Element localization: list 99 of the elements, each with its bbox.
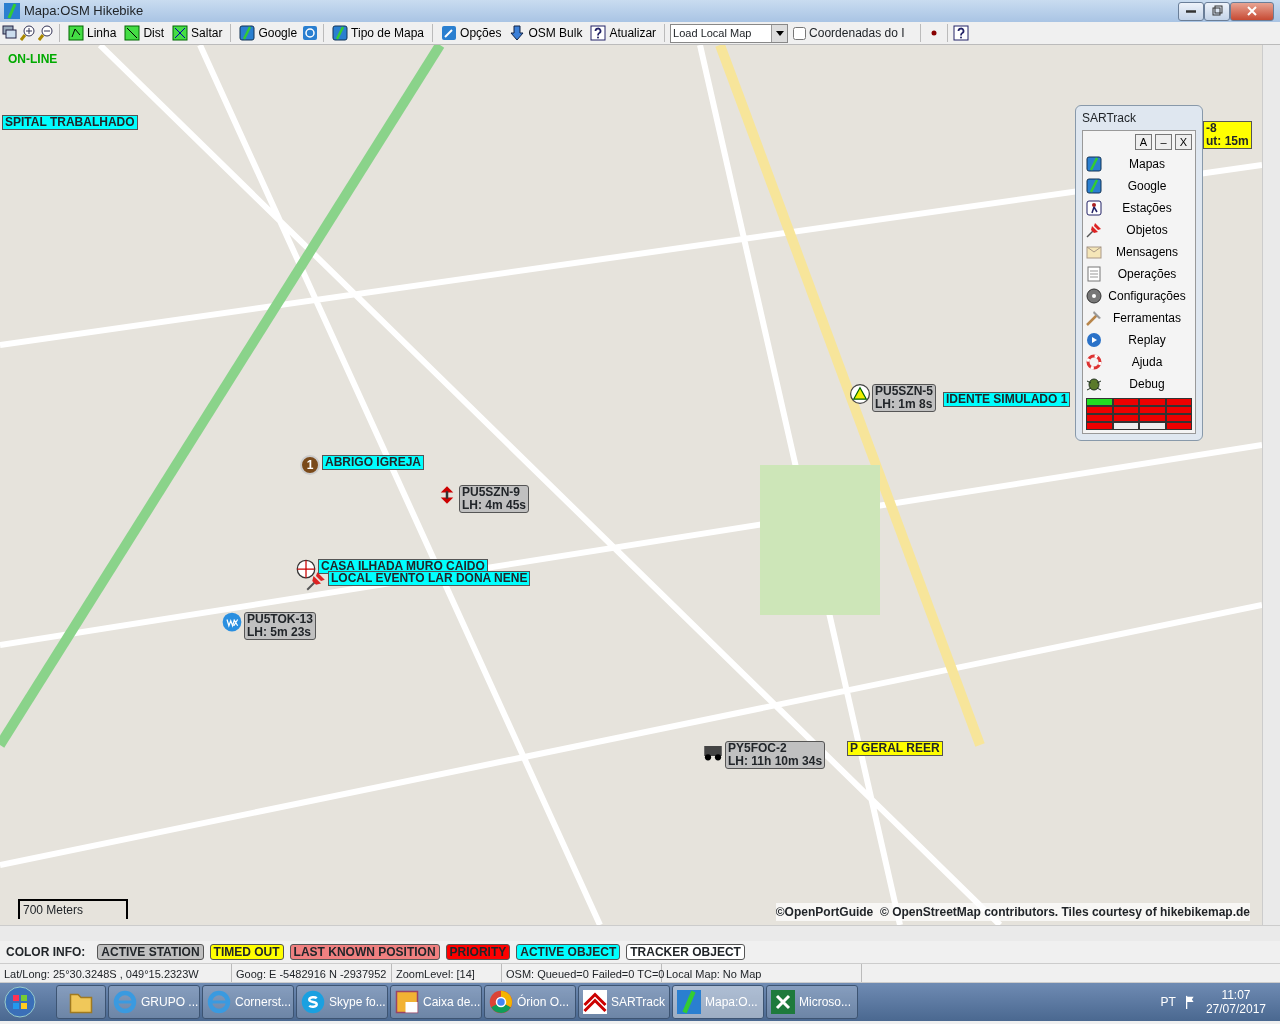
- pushpin-icon: [1086, 222, 1102, 238]
- map-label: ABRIGO IGREJA: [322, 455, 424, 470]
- panel-menu-item[interactable]: Configurações: [1083, 285, 1195, 307]
- horizontal-scrollbar[interactable]: [0, 925, 1280, 941]
- caret-icon: [775, 30, 784, 36]
- map-icon: [1086, 178, 1102, 194]
- stack-icon[interactable]: [2, 25, 18, 41]
- panel-menu-item[interactable]: Replay: [1083, 329, 1195, 351]
- panel-button[interactable]: –: [1155, 134, 1172, 150]
- app-icon: [4, 3, 20, 19]
- restore-icon: [1210, 5, 1224, 17]
- map-label: SPITAL TRABALHADO: [2, 115, 138, 130]
- panel-menu-item[interactable]: Google: [1083, 175, 1195, 197]
- legend-item: ACTIVE OBJECT: [516, 944, 621, 960]
- scale-label: 700 Meters: [22, 902, 84, 919]
- map-label: PY5FOC-2 LH: 11h 10m 34s: [725, 741, 826, 769]
- panel-menu-item[interactable]: Estações: [1083, 197, 1195, 219]
- document-icon: [1086, 266, 1102, 282]
- checkbox[interactable]: [793, 26, 807, 40]
- map-dropdown[interactable]: Load Local Map: [670, 23, 789, 43]
- browser-e-icon: [207, 990, 231, 1014]
- calendar-mail-icon: [395, 990, 419, 1014]
- line-icon: [68, 25, 84, 41]
- map-label: -8 ut: 15m: [1203, 121, 1252, 149]
- legend-item: TIMED OUT: [209, 944, 284, 960]
- ruler-line-icon: [124, 25, 141, 41]
- map-label: P GERAL REER: [847, 741, 943, 756]
- attribution-text: ©OpenPortGuide © OpenStreetMap contributors. Tiles courtesy of hikebikemap.de: [775, 903, 1250, 921]
- chevron-logo-icon: [583, 990, 607, 1014]
- toolbar-button[interactable]: Opções: [438, 23, 505, 43]
- help-icon: [590, 25, 607, 41]
- toolbar-button[interactable]: Dist: [121, 23, 168, 43]
- weather-station-icon[interactable]: [222, 612, 242, 632]
- status-field: ZoomLevel: [14]: [392, 964, 502, 982]
- gear-icon: [1086, 288, 1102, 304]
- language-indicator[interactable]: PT: [1160, 995, 1176, 1009]
- toolbar-button[interactable]: Saltar: [169, 23, 226, 43]
- map-label: IDENTE SIMULADO 1: [943, 392, 1071, 407]
- panel-title: SARTrack: [1082, 110, 1137, 127]
- status-field: Lat/Long: 25°30.3248S , 049°15.2323W: [0, 964, 232, 982]
- clock-date[interactable]: 27/07/2017: [1205, 1002, 1266, 1016]
- start-button[interactable]: [4, 986, 36, 1018]
- toolbar-button[interactable]: Google: [236, 23, 301, 43]
- panel-menu-item[interactable]: Mapas: [1083, 153, 1195, 175]
- minimize-icon: [1186, 9, 1196, 13]
- panel-menu-item[interactable]: Debug: [1083, 373, 1195, 395]
- browser-e-icon: [113, 990, 137, 1014]
- panel-button[interactable]: A: [1135, 134, 1152, 150]
- toolbar-button[interactable]: Linha: [65, 23, 120, 43]
- legend-item: PRIORITY: [445, 944, 511, 960]
- panel-menu-item[interactable]: Objetos: [1083, 219, 1195, 241]
- lifebuoy-icon: [1086, 354, 1102, 370]
- map-icon: [1086, 156, 1102, 172]
- spreadsheet-icon: [771, 990, 795, 1014]
- panel-menu-item[interactable]: Mensagens: [1083, 241, 1195, 263]
- envelope-icon: [1086, 244, 1102, 260]
- status-field: Goog: E -5482916 N -2937952: [232, 964, 392, 982]
- restore-button[interactable]: [1204, 1, 1230, 21]
- down-arrow-icon: [509, 25, 526, 41]
- panel-menu-item[interactable]: Ferramentas: [1083, 307, 1195, 329]
- map-label: PU5TOK-13 LH: 5m 23s: [244, 612, 316, 640]
- checkbox-label[interactable]: Coordenadas do I: [809, 24, 905, 42]
- clock-time[interactable]: 11:07: [1205, 988, 1266, 1002]
- chat-bubble-icon: [301, 990, 325, 1014]
- panel-menu-item[interactable]: Operações: [1083, 263, 1195, 285]
- bug-icon: [1086, 376, 1102, 392]
- map-label: PU5SZN-9 LH: 4m 45s: [459, 485, 530, 513]
- legend-item: ACTIVE STATION: [97, 944, 204, 960]
- map-label: PU5SZN-5 LH: 1m 8s: [872, 384, 936, 412]
- legend-item: TRACKER OBJECT: [626, 944, 745, 960]
- panel-menu-item[interactable]: Ajuda: [1083, 351, 1195, 373]
- map-icon: [677, 990, 701, 1014]
- toolbar-button[interactable]: Tipo de Mapa: [329, 23, 428, 43]
- crosshair-icon[interactable]: [296, 559, 316, 579]
- zoom-out-icon[interactable]: [38, 25, 54, 41]
- legend-item: LAST KNOWN POSITION: [289, 944, 440, 960]
- map-label: LOCAL EVENTO LAR DONA NENE: [328, 571, 531, 586]
- browser-circle-icon: [489, 990, 513, 1014]
- map-icon: [239, 25, 256, 41]
- panel-button[interactable]: X: [1175, 134, 1192, 150]
- minimize-button[interactable]: [1178, 1, 1204, 21]
- online-status: ON-LINE: [8, 51, 58, 68]
- help-icon[interactable]: [953, 25, 970, 41]
- crosshair-icon: [172, 25, 189, 41]
- legend-title: COLOR INFO:: [6, 944, 86, 961]
- toolbar-button[interactable]: Atualizar: [587, 23, 660, 43]
- close-button[interactable]: [1230, 1, 1274, 21]
- vertical-scrollbar[interactable]: [1262, 45, 1280, 925]
- zoom-in-icon[interactable]: [20, 25, 36, 41]
- play-icon: [1086, 332, 1102, 348]
- hammer-icon: [1086, 310, 1102, 326]
- close-icon: [1245, 5, 1259, 17]
- window-title: Mapa:OSM Hikebike: [24, 2, 144, 21]
- running-figure-icon: [1086, 200, 1102, 216]
- pushpin-icon[interactable]: [306, 571, 326, 591]
- status-field: OSM: Queued=0 Failed=0 TC=0: [502, 964, 662, 982]
- toolbar-button[interactable]: OSM Bulk: [506, 23, 586, 43]
- map-icon: [332, 25, 349, 41]
- taskbar-button[interactable]: [56, 985, 106, 1019]
